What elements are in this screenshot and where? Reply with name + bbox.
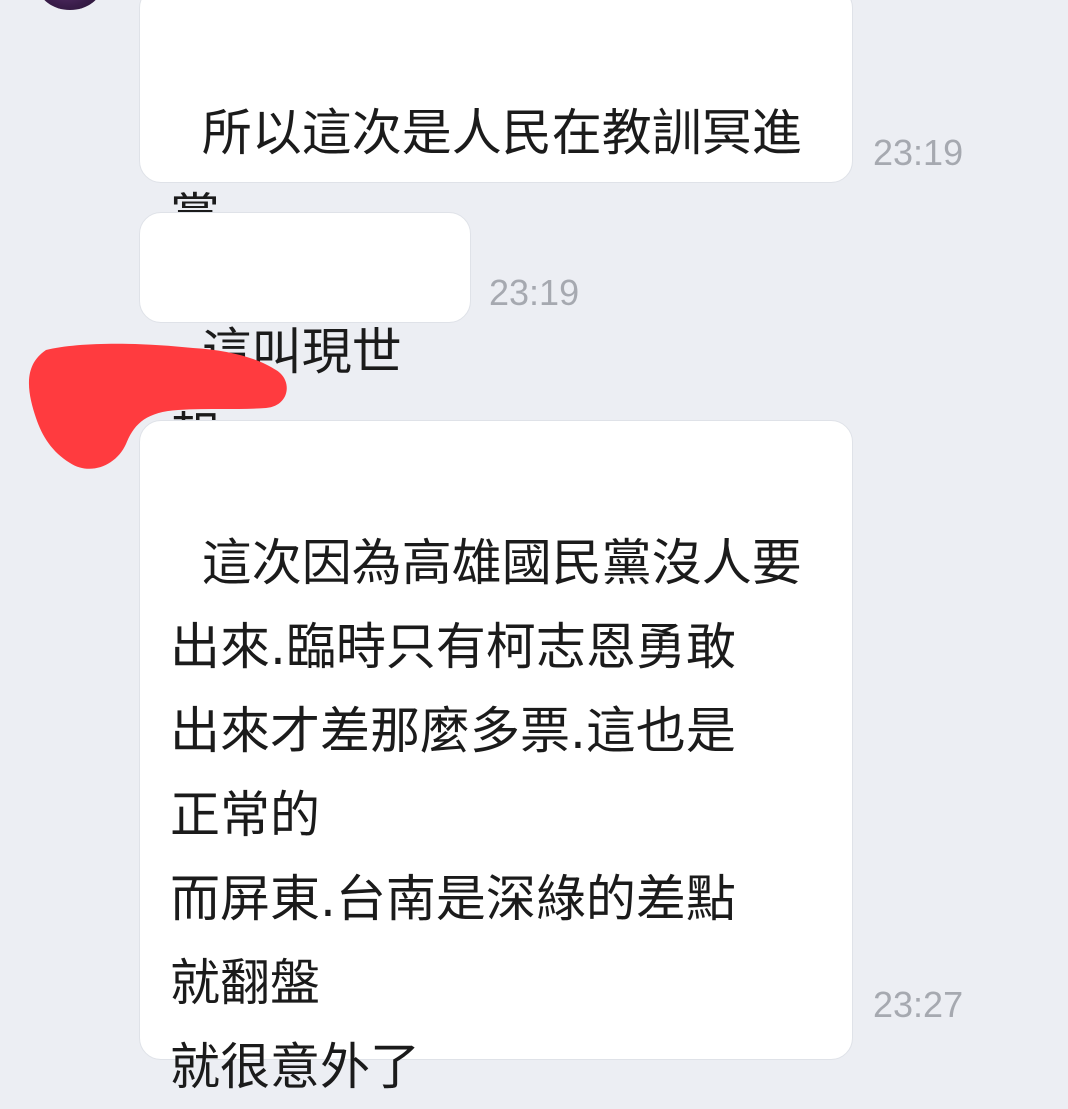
message-timestamp-3: 23:27 (873, 984, 964, 1025)
message-timestamp-1: 23:19 (873, 132, 964, 173)
message-bubble-3[interactable]: 這次因為高雄國民黨沒人要 出來.臨時只有柯志恩勇敢 出來才差那麼多票.這也是 正… (139, 420, 853, 1096)
message-text-3: 這次因為高雄國民黨沒人要 出來.臨時只有柯志恩勇敢 出來才差那麼多票.這也是 正… (170, 534, 802, 1096)
message-bubble-1[interactable]: 所以這次是人民在教訓冥進 黨 (139, 0, 853, 246)
sender-avatar[interactable] (38, 0, 102, 10)
message-timestamp-2: 23:19 (489, 272, 580, 313)
message-bubble-2[interactable]: 這叫現世報 (139, 212, 471, 465)
